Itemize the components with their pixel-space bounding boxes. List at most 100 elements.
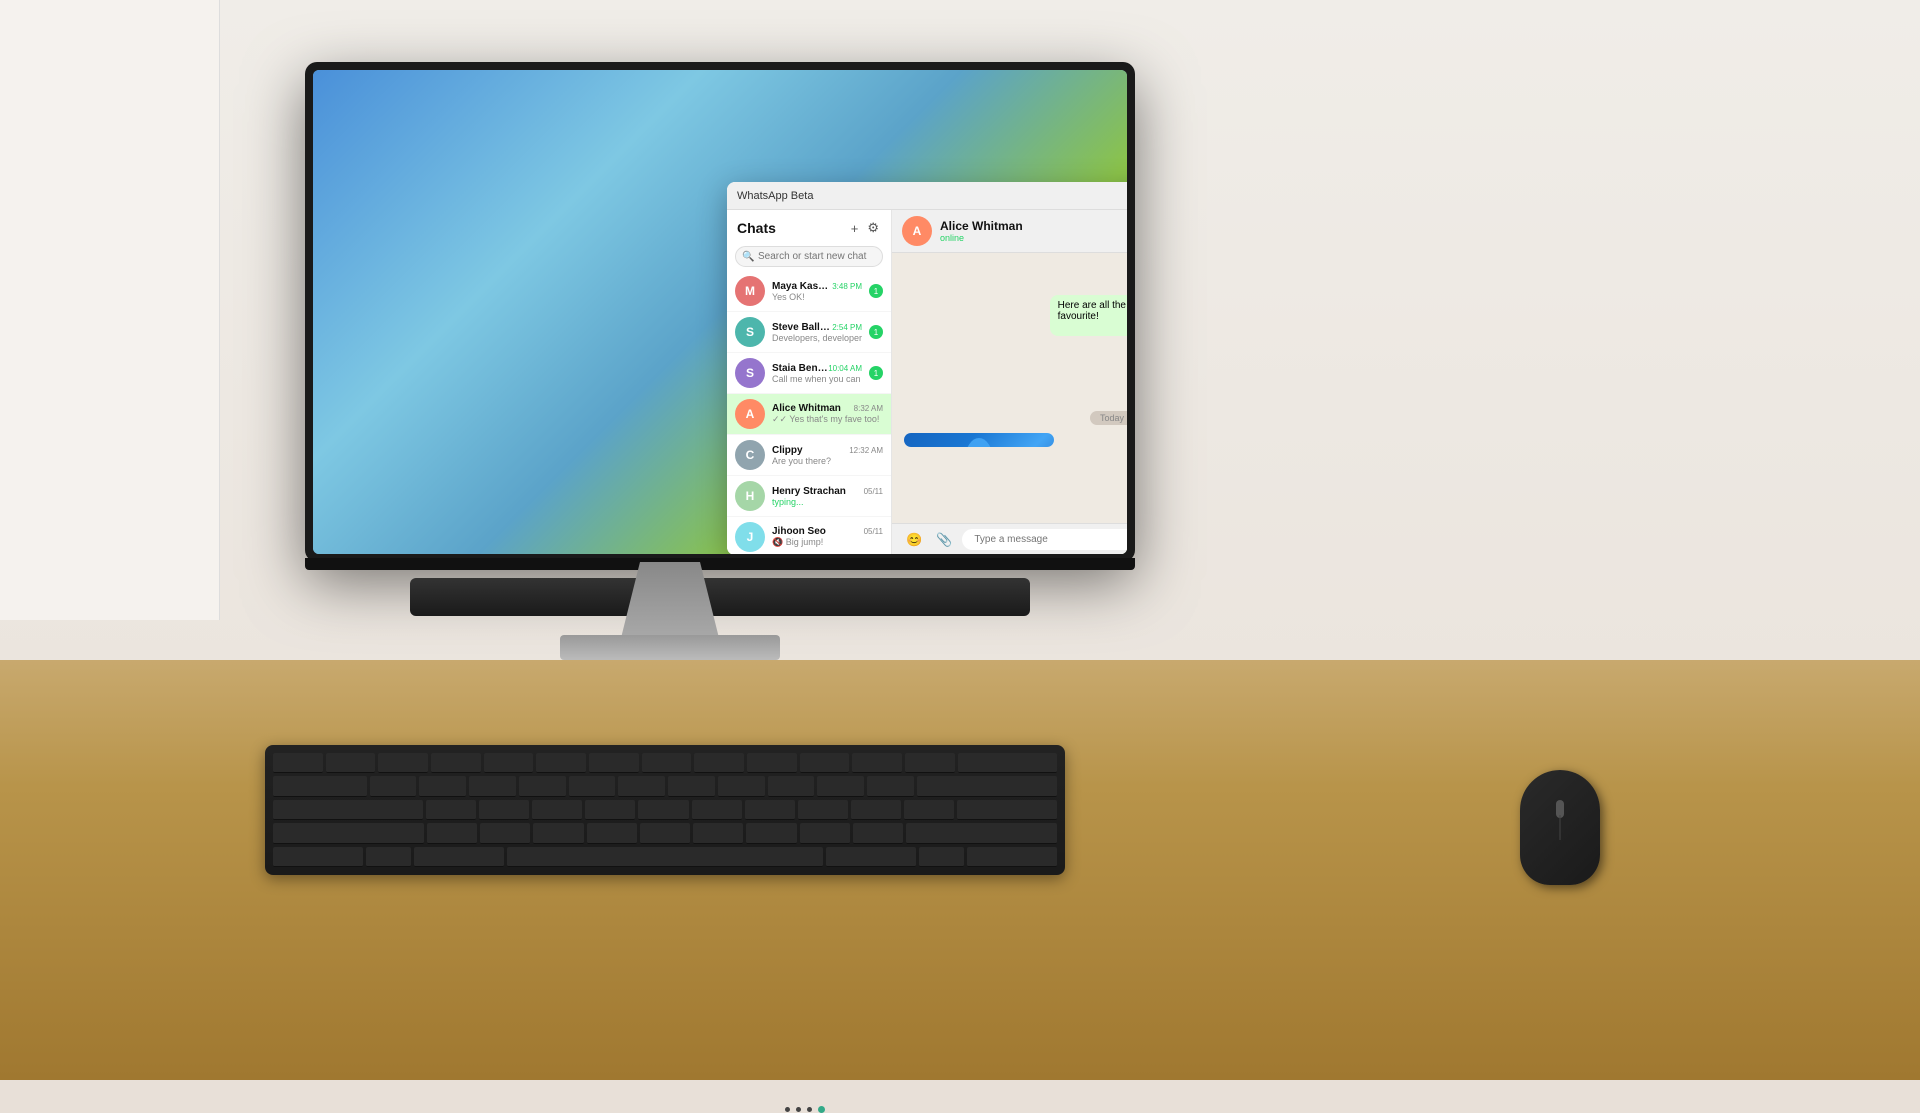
key[interactable] — [431, 753, 481, 773]
key[interactable] — [693, 823, 743, 843]
ctrl-key[interactable] — [273, 847, 363, 867]
key[interactable] — [905, 753, 955, 773]
key[interactable] — [480, 823, 530, 843]
key[interactable] — [532, 800, 582, 820]
chat-list-item[interactable]: HHenry Strachan05/11typing... — [727, 476, 891, 517]
monitor-stand-base — [560, 635, 780, 660]
enter-key[interactable] — [917, 776, 1057, 796]
key[interactable] — [853, 823, 903, 843]
key[interactable] — [692, 800, 742, 820]
key[interactable] — [668, 776, 715, 796]
key[interactable] — [694, 753, 744, 773]
unread-badge: 1 — [869, 325, 883, 339]
chat-list-item[interactable]: AAlice Whitman8:32 AM✓✓ Yes that's my fa… — [727, 394, 891, 435]
search-input[interactable] — [735, 246, 883, 267]
shift-right-key[interactable] — [906, 823, 1057, 843]
key[interactable] — [370, 776, 417, 796]
message-input[interactable] — [962, 529, 1127, 550]
avatar: A — [735, 399, 765, 429]
settings-button[interactable]: ⚙ — [865, 218, 881, 238]
ctrl-right-key[interactable] — [967, 847, 1057, 867]
key[interactable] — [800, 753, 850, 773]
chat-time: 8:32 AM — [854, 404, 883, 413]
key[interactable] — [479, 800, 529, 820]
key[interactable] — [957, 800, 1057, 820]
messages-area[interactable]: OK! 👍 8:01 PM Here are all the backgroun… — [892, 253, 1127, 523]
key[interactable] — [587, 823, 637, 843]
key[interactable] — [798, 800, 848, 820]
chat-info: Steve Ballmer2:54 PMDevelopers, develope… — [772, 322, 862, 343]
chat-time: 2:54 PM — [832, 323, 862, 332]
key[interactable] — [745, 800, 795, 820]
key[interactable] — [904, 800, 954, 820]
key[interactable] — [536, 753, 586, 773]
key[interactable] — [378, 753, 428, 773]
chat-name: Jihoon Seo — [772, 526, 826, 537]
key[interactable] — [852, 753, 902, 773]
tab-key[interactable] — [273, 776, 367, 796]
key[interactable] — [366, 847, 411, 867]
key[interactable] — [640, 823, 690, 843]
key[interactable] — [817, 776, 864, 796]
alt-right-key[interactable] — [826, 847, 916, 867]
avatar: J — [735, 522, 765, 552]
sidebar: Chats + ⚙ 🔍 MMaya Kasuma3:48 PMYes OK!1S… — [727, 210, 892, 554]
chat-preview: Are you there? — [772, 456, 883, 466]
title-bar: WhatsApp Beta − □ ✕ — [727, 182, 1127, 210]
key[interactable] — [419, 776, 466, 796]
key[interactable] — [533, 823, 583, 843]
message-input-bar: 😊 📎 ▶ — [892, 523, 1127, 554]
key[interactable] — [326, 753, 376, 773]
key[interactable] — [768, 776, 815, 796]
key[interactable] — [638, 800, 688, 820]
key[interactable] — [484, 753, 534, 773]
key[interactable] — [747, 753, 797, 773]
chat-list-item[interactable]: S Staia Benko10:04 AMCall me when you can… — [727, 353, 891, 394]
alt-key[interactable] — [414, 847, 504, 867]
monitor-screen: WhatsApp Beta − □ ✕ Chats + ⚙ — [313, 70, 1127, 554]
new-chat-button[interactable]: + — [849, 218, 861, 238]
chat-list-item[interactable]: MMaya Kasuma3:48 PMYes OK!1 — [727, 271, 891, 312]
chat-list-item[interactable]: JJihoon Seo05/11🔇 Big jump! — [727, 517, 891, 554]
emoji-button[interactable]: 😊 — [902, 530, 926, 550]
key[interactable] — [746, 823, 796, 843]
key[interactable] — [851, 800, 901, 820]
key[interactable] — [569, 776, 616, 796]
backspace-key[interactable] — [958, 753, 1057, 773]
key[interactable] — [427, 823, 477, 843]
search-icon: 🔍 — [742, 251, 754, 262]
chat-list-item[interactable]: SSteve Ballmer2:54 PMDevelopers, develop… — [727, 312, 891, 353]
chat-time: 10:04 AM — [828, 364, 862, 373]
key[interactable] — [718, 776, 765, 796]
win11-bloom-icon — [939, 438, 1019, 447]
key[interactable] — [585, 800, 635, 820]
chat-name: Clippy — [772, 445, 803, 456]
chat-preview: Call me when you can because... — [772, 374, 862, 384]
shift-left-key[interactable] — [273, 823, 424, 843]
chat-name: Henry Strachan — [772, 486, 846, 497]
caps-key[interactable] — [273, 800, 423, 820]
key[interactable] — [867, 776, 914, 796]
key[interactable] — [800, 823, 850, 843]
mouse-divider — [1560, 815, 1561, 840]
chat-header: A Alice Whitman online 📹 📞 🔍 A — [892, 210, 1127, 253]
key[interactable] — [469, 776, 516, 796]
key[interactable] — [589, 753, 639, 773]
attachment-button[interactable]: 📎 — [932, 530, 956, 550]
space-key[interactable] — [507, 847, 822, 867]
key[interactable] — [519, 776, 566, 796]
key[interactable] — [642, 753, 692, 773]
contact-avatar: A — [902, 216, 932, 246]
key[interactable] — [273, 753, 323, 773]
key[interactable] — [618, 776, 665, 796]
key[interactable] — [919, 847, 964, 867]
avatar: S — [735, 358, 765, 388]
monitor-indicator-dots — [785, 1106, 825, 1113]
chat-info: Staia Benko10:04 AMCall me when you can … — [772, 363, 862, 384]
chat-info: Clippy12:32 AMAre you there? — [772, 445, 883, 466]
key[interactable] — [426, 800, 476, 820]
chat-list-item[interactable]: CClippy12:32 AMAre you there? — [727, 435, 891, 476]
chat-name: Alice Whitman — [772, 403, 841, 414]
avatar: H — [735, 481, 765, 511]
sidebar-actions: + ⚙ — [849, 218, 881, 238]
